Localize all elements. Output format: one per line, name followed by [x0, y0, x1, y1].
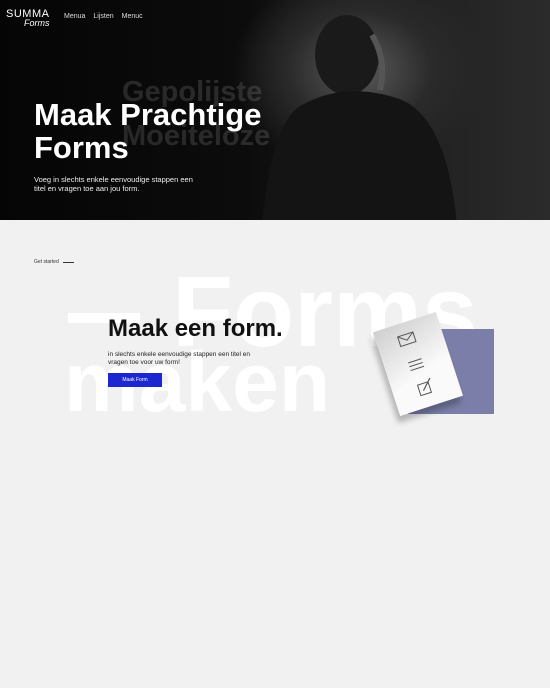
hero-subtitle: Voeg in slechts enkele eenvoudige stappe… [34, 175, 193, 193]
hero-title: Maak Prachtige Forms [34, 97, 262, 165]
hero-person-image [262, 15, 457, 220]
nav-item-menuc[interactable]: Menuc [122, 13, 143, 20]
hero-section: SUMMA Forms Menua Lijsten Menuc Gepolijs… [0, 0, 550, 220]
nav-item-lijsten[interactable]: Lijsten [93, 13, 113, 20]
section-title: Maak een form. [108, 315, 283, 342]
dash-line [62, 261, 74, 263]
get-started-label: Get started [34, 259, 74, 265]
section-text: in slechts enkele eenvoudige stappen een… [108, 351, 251, 366]
main-nav: Menua Lijsten Menuc [64, 13, 143, 20]
make-form-button[interactable]: Maak Form [108, 373, 162, 387]
logo[interactable]: SUMMA Forms [6, 8, 50, 28]
nav-item-menua[interactable]: Menua [64, 13, 85, 20]
